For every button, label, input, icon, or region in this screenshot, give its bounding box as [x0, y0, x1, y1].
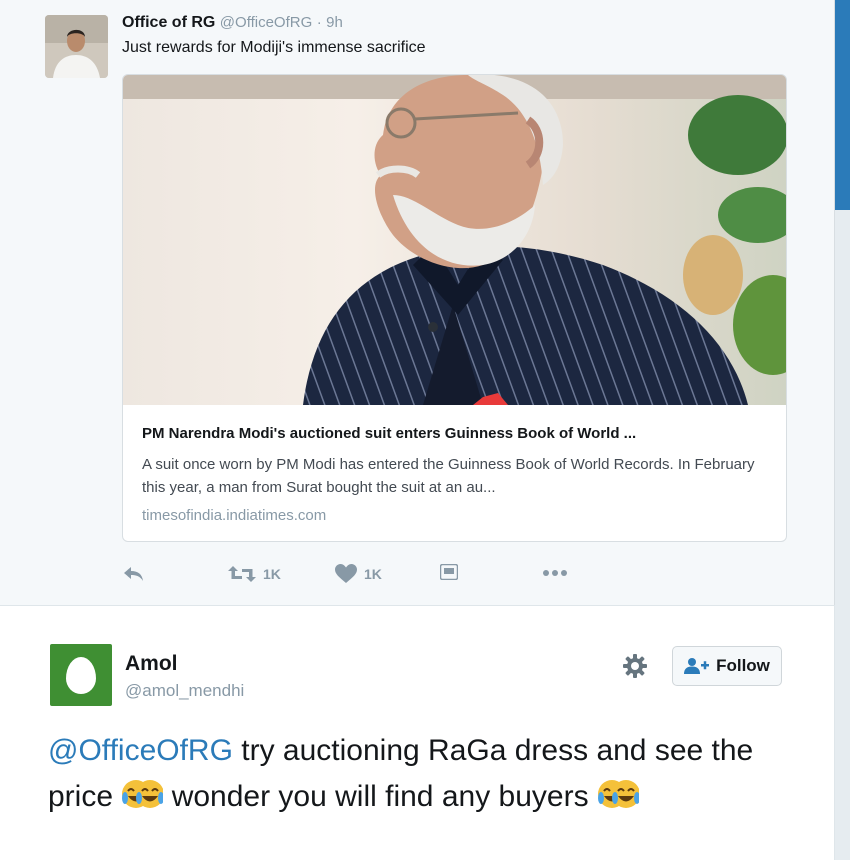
gear-icon[interactable] — [622, 653, 648, 679]
tweet-text-part2: wonder you will find any buyers — [163, 780, 597, 813]
author-name[interactable]: Amol — [125, 652, 178, 676]
like-count: 1K — [364, 566, 382, 582]
link-card-title[interactable]: PM Narendra Modi's auctioned suit enters… — [142, 425, 636, 442]
link-card-description: A suit once worn by PM Modi has entered … — [142, 456, 755, 496]
retweet-icon — [228, 566, 256, 582]
amol-avatar[interactable] — [50, 644, 112, 706]
more-icon — [543, 570, 567, 576]
follow-label: Follow — [716, 656, 770, 675]
media-button[interactable] — [440, 564, 458, 580]
mention-link[interactable]: @OfficeOfRG — [48, 734, 233, 767]
author-handle[interactable]: @OfficeOfRG — [220, 14, 312, 31]
heart-icon — [335, 564, 357, 583]
follow-user-icon — [684, 658, 710, 674]
reply-button[interactable] — [122, 564, 146, 584]
follow-button[interactable]: Follow — [672, 646, 782, 686]
original-tweet: Office of RG @OfficeOfRG · 9h Just rewar… — [0, 0, 835, 605]
more-button[interactable] — [542, 568, 568, 578]
reply-tweet: Amol @amol_mendhi Follow @OfficeOfRG try… — [0, 606, 834, 860]
tears-of-joy-emoji — [597, 780, 639, 808]
reply-tweet-text: @OfficeOfRG try auctioning RaGa dress an… — [48, 728, 808, 820]
like-button[interactable]: 1K — [335, 564, 382, 584]
page-scroll-area — [835, 0, 850, 860]
article-photo — [123, 75, 786, 405]
retweet-button[interactable]: 1K — [228, 564, 281, 584]
tweet-timestamp[interactable]: 9h — [326, 14, 343, 31]
separator: · — [316, 14, 322, 31]
tears-of-joy-emoji — [122, 780, 164, 808]
reply-icon — [124, 567, 143, 581]
author-name[interactable]: Office of RG — [122, 14, 215, 31]
link-card-domain: timesofindia.indiatimes.com — [142, 507, 327, 524]
author-handle[interactable]: @amol_mendhi — [125, 681, 244, 701]
office-of-rg-avatar[interactable] — [45, 15, 108, 78]
scrollbar-thumb[interactable] — [835, 0, 850, 210]
tweet-header: Office of RG @OfficeOfRG · 9h — [122, 14, 343, 32]
tweet-actions: 1K 1K — [122, 564, 582, 590]
link-preview-card[interactable]: PM Narendra Modi's auctioned suit enters… — [122, 74, 787, 542]
tweet-text: Just rewards for Modiji's immense sacrif… — [122, 39, 426, 56]
retweet-count: 1K — [263, 566, 281, 582]
default-egg-icon — [66, 657, 96, 694]
media-icon — [440, 564, 458, 580]
